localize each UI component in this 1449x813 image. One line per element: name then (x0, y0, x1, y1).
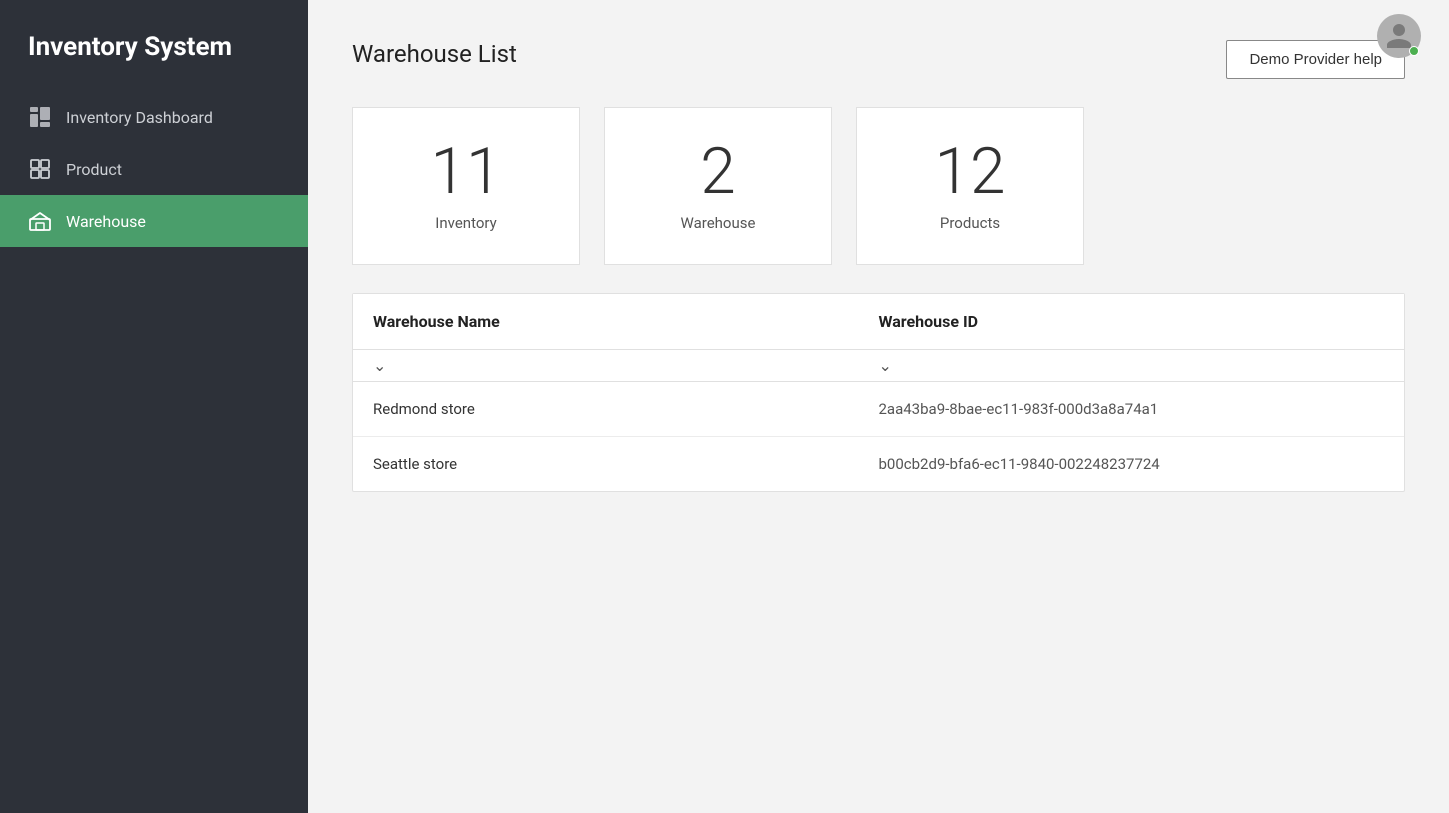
product-icon (28, 157, 52, 181)
sidebar-item-warehouse[interactable]: Warehouse (0, 195, 308, 247)
table-row[interactable]: Redmond store 2aa43ba9-8bae-ec11-983f-00… (353, 382, 1404, 437)
col-header-id: Warehouse ID (879, 312, 1385, 331)
warehouse-id-0: 2aa43ba9-8bae-ec11-983f-000d3a8a74a1 (879, 400, 1385, 418)
table-header: Warehouse Name Warehouse ID (353, 294, 1404, 350)
warehouse-name-0: Redmond store (373, 400, 879, 418)
stat-label-products: Products (940, 214, 1000, 232)
sidebar: Inventory System Inventory Dashboard (0, 0, 308, 813)
app-title: Inventory System (0, 0, 308, 91)
stat-cards: 11 Inventory 2 Warehouse 12 Products (352, 107, 1405, 265)
warehouse-icon (28, 209, 52, 233)
stat-card-warehouse: 2 Warehouse (604, 107, 832, 265)
sort-col-name: ⌄ (373, 356, 879, 375)
stat-number-warehouse: 2 (700, 140, 736, 204)
stat-card-inventory: 11 Inventory (352, 107, 580, 265)
page-title: Warehouse List (352, 40, 517, 68)
stat-card-products: 12 Products (856, 107, 1084, 265)
sidebar-item-inventory-dashboard[interactable]: Inventory Dashboard (0, 91, 308, 143)
page-header: Warehouse List Demo Provider help (352, 40, 1405, 79)
warehouse-id-1: b00cb2d9-bfa6-ec11-9840-002248237724 (879, 455, 1385, 473)
warehouse-table: Warehouse Name Warehouse ID ⌄ ⌄ Redmond … (352, 293, 1405, 492)
sort-chevron-id[interactable]: ⌄ (879, 356, 892, 375)
stat-label-warehouse: Warehouse (681, 214, 756, 232)
sort-col-id: ⌄ (879, 356, 1385, 375)
table-sort-row: ⌄ ⌄ (353, 350, 1404, 382)
avatar[interactable] (1377, 14, 1421, 58)
warehouse-name-1: Seattle store (373, 455, 879, 473)
main-content: Warehouse List Demo Provider help 11 Inv… (308, 0, 1449, 813)
col-header-name: Warehouse Name (373, 312, 879, 331)
sidebar-item-label: Warehouse (66, 212, 146, 231)
sidebar-item-product[interactable]: Product (0, 143, 308, 195)
table-row[interactable]: Seattle store b00cb2d9-bfa6-ec11-9840-00… (353, 437, 1404, 491)
user-avatar-area (1377, 14, 1421, 58)
stat-number-inventory: 11 (431, 140, 502, 204)
sidebar-item-label: Product (66, 160, 122, 179)
sidebar-item-label: Inventory Dashboard (66, 108, 213, 127)
stat-number-products: 12 (935, 140, 1006, 204)
sort-chevron-name[interactable]: ⌄ (373, 356, 386, 375)
stat-label-inventory: Inventory (435, 214, 496, 232)
sidebar-nav: Inventory Dashboard Product (0, 91, 308, 247)
online-indicator (1409, 46, 1419, 56)
dashboard-icon (28, 105, 52, 129)
